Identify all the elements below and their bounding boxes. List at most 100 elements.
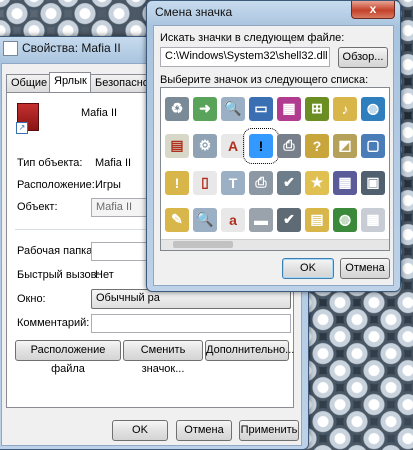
horizontal-scrollbar[interactable] — [161, 239, 389, 250]
icon-cell[interactable]: ▢ — [359, 127, 387, 164]
drive-check-icon: ✔ — [277, 207, 301, 232]
icon-cell[interactable]: ✔ — [275, 201, 303, 238]
font-icon: A — [221, 133, 245, 158]
dialog-cancel-button[interactable]: Отмена — [340, 258, 390, 279]
grid-icon: ▦ — [361, 207, 385, 232]
target-label: Объект: — [17, 201, 58, 213]
location-value: Игры — [95, 179, 121, 191]
dialog-title: Смена значка — [155, 5, 233, 19]
icon-cell[interactable]: ✔ — [275, 164, 303, 201]
run-select[interactable]: Обычный ра — [91, 289, 291, 309]
network-tree-icon: ⊞ — [305, 96, 329, 121]
icon-cell[interactable]: A — [219, 127, 247, 164]
icon-cell[interactable]: ? — [303, 127, 331, 164]
icon-cell[interactable]: ★ — [303, 164, 331, 201]
programs-icon: ▦ — [277, 96, 301, 121]
search-file-label: Искать значки в следующем файле: — [160, 32, 345, 44]
dialog-ok-button[interactable]: OK — [282, 258, 334, 279]
run-label: Окно: — [17, 293, 46, 305]
properties-title: Свойства: Mafia II — [22, 41, 121, 55]
browse-button[interactable]: Обзор... — [338, 47, 388, 68]
icon-cell[interactable]: ♪ — [331, 90, 359, 127]
script-a-icon: a — [221, 207, 245, 232]
open-file-location-button[interactable]: Расположение файла — [15, 340, 121, 375]
cancel-button[interactable]: Отмена — [176, 420, 232, 441]
close-button[interactable]: x — [351, 1, 395, 19]
drive-icon: ▬ — [249, 207, 273, 232]
globe-icon: ◍ — [333, 207, 357, 232]
icon-cell[interactable]: a — [219, 201, 247, 238]
icon-cell[interactable]: ⊞ — [303, 90, 331, 127]
printer-check-icon: ✔ — [277, 170, 301, 195]
advanced-button[interactable]: Дополнительно... — [205, 340, 294, 361]
target-type-label: Тип объекта: — [17, 157, 83, 169]
change-icon-button[interactable]: Сменить значок... — [123, 340, 203, 375]
calendar-icon: ▦ — [333, 170, 357, 195]
icon-cell[interactable]: ✎ — [163, 201, 191, 238]
target-type-value: Mafia II — [95, 157, 132, 169]
dialog-client: Искать значки в следующем файле: C:\Wind… — [153, 25, 394, 286]
icon-cell[interactable]: ▦ — [331, 164, 359, 201]
icon-cell[interactable]: ➜ — [191, 90, 219, 127]
shortcut-icon: ↗ — [16, 103, 39, 134]
warning-icon: ! — [243, 127, 279, 164]
icon-cell[interactable]: ⚙ — [191, 127, 219, 164]
icon-cell[interactable]: 🔍 — [219, 90, 247, 127]
ok-button[interactable]: OK — [112, 420, 168, 441]
screen-icon: ▣ — [361, 170, 385, 195]
start-in-label: Рабочая папка: — [17, 245, 96, 257]
location-label: Расположение: — [17, 179, 95, 191]
globe-network-icon: ◍ — [361, 96, 385, 121]
hotkey-value[interactable]: Нет — [95, 269, 114, 281]
icon-cell[interactable]: ▤ — [303, 201, 331, 238]
dialog-titlebar[interactable]: Смена значка x — [147, 1, 400, 23]
icon-cell[interactable]: ◍ — [331, 201, 359, 238]
scrollbar-thumb[interactable] — [173, 241, 233, 248]
icon-cell[interactable]: ! — [163, 164, 191, 201]
truetype-font-icon: T — [221, 170, 245, 195]
folder-warning-icon: ! — [165, 170, 189, 195]
icon-cell[interactable]: ◩ — [331, 127, 359, 164]
recycle-bin-icon: ♻ — [165, 96, 189, 121]
icon-cell[interactable]: ▤ — [163, 127, 191, 164]
icon-cell[interactable]: ⎙ — [247, 164, 275, 201]
icon-cell[interactable]: ▯ — [191, 164, 219, 201]
printer-icon: ⎙ — [277, 133, 301, 158]
icon-cell[interactable]: ! — [243, 127, 279, 164]
icon-cell[interactable]: ▦ — [275, 90, 303, 127]
icon-list[interactable]: ♻ ➜ 🔍 ▭ ▦ ⊞ ♪ ◍ ▤ ⚙ A! ⎙? ◩ ▢! ▯ T ⎙ ✔ ★ ▦ ▣ ✎ 🔍 a ▬ ✔ ▤ ◍ ▦ — [160, 87, 390, 251]
search-document-icon: 🔍 — [221, 96, 245, 121]
gear-document-icon: ⚙ — [193, 133, 217, 158]
icon-cell[interactable]: T — [219, 164, 247, 201]
tab-shortcut[interactable]: Ярлык — [49, 72, 91, 92]
window-icon: ▢ — [361, 133, 385, 158]
apply-button[interactable]: Применить — [239, 420, 299, 441]
document-arrow-icon: ➜ — [193, 96, 217, 121]
folder-music-icon: ♪ — [333, 96, 357, 121]
icon-cell[interactable]: ♻ — [163, 90, 191, 127]
documents-icon: ▤ — [165, 133, 189, 158]
file-path-field[interactable]: C:\Windows\System32\shell32.dll — [160, 47, 330, 67]
folder-docs-icon: ▤ — [305, 207, 329, 232]
monitor-icon: ▭ — [249, 96, 273, 121]
printer-paper-icon: ⎙ — [249, 170, 273, 195]
icon-cell[interactable]: ◍ — [359, 90, 387, 127]
icon-cell[interactable]: ▭ — [247, 90, 275, 127]
comment-field[interactable] — [91, 314, 291, 333]
folder-pen-icon: ✎ — [165, 207, 189, 232]
icon-cell[interactable]: 🔍 — [191, 201, 219, 238]
hotkey-label: Быстрый вызов: — [17, 269, 100, 281]
shortcut-name: Mafia II — [81, 107, 118, 119]
control-panel-icon: ◩ — [333, 133, 357, 158]
icon-grid: ♻ ➜ 🔍 ▭ ▦ ⊞ ♪ ◍ ▤ ⚙ A! ⎙? ◩ ▢! ▯ T ⎙ ✔ ★ ▦ ▣ ✎ 🔍 a ▬ ✔ ▤ ◍ ▦ — [163, 90, 387, 238]
icon-cell[interactable]: ▦ — [359, 201, 387, 238]
change-icon-dialog: Смена значка x Искать значки в следующем… — [146, 0, 401, 292]
magnifier-icon: 🔍 — [193, 207, 217, 232]
shortcut-arrow-icon: ↗ — [16, 122, 28, 134]
tab-general[interactable]: Общие — [6, 74, 50, 92]
icon-list-label: Выберите значок из следующего списка: — [160, 74, 369, 86]
icon-cell[interactable]: ⎙ — [275, 127, 303, 164]
icon-cell[interactable]: ▣ — [359, 164, 387, 201]
icon-cell[interactable]: ▬ — [247, 201, 275, 238]
app-icon — [3, 41, 18, 57]
